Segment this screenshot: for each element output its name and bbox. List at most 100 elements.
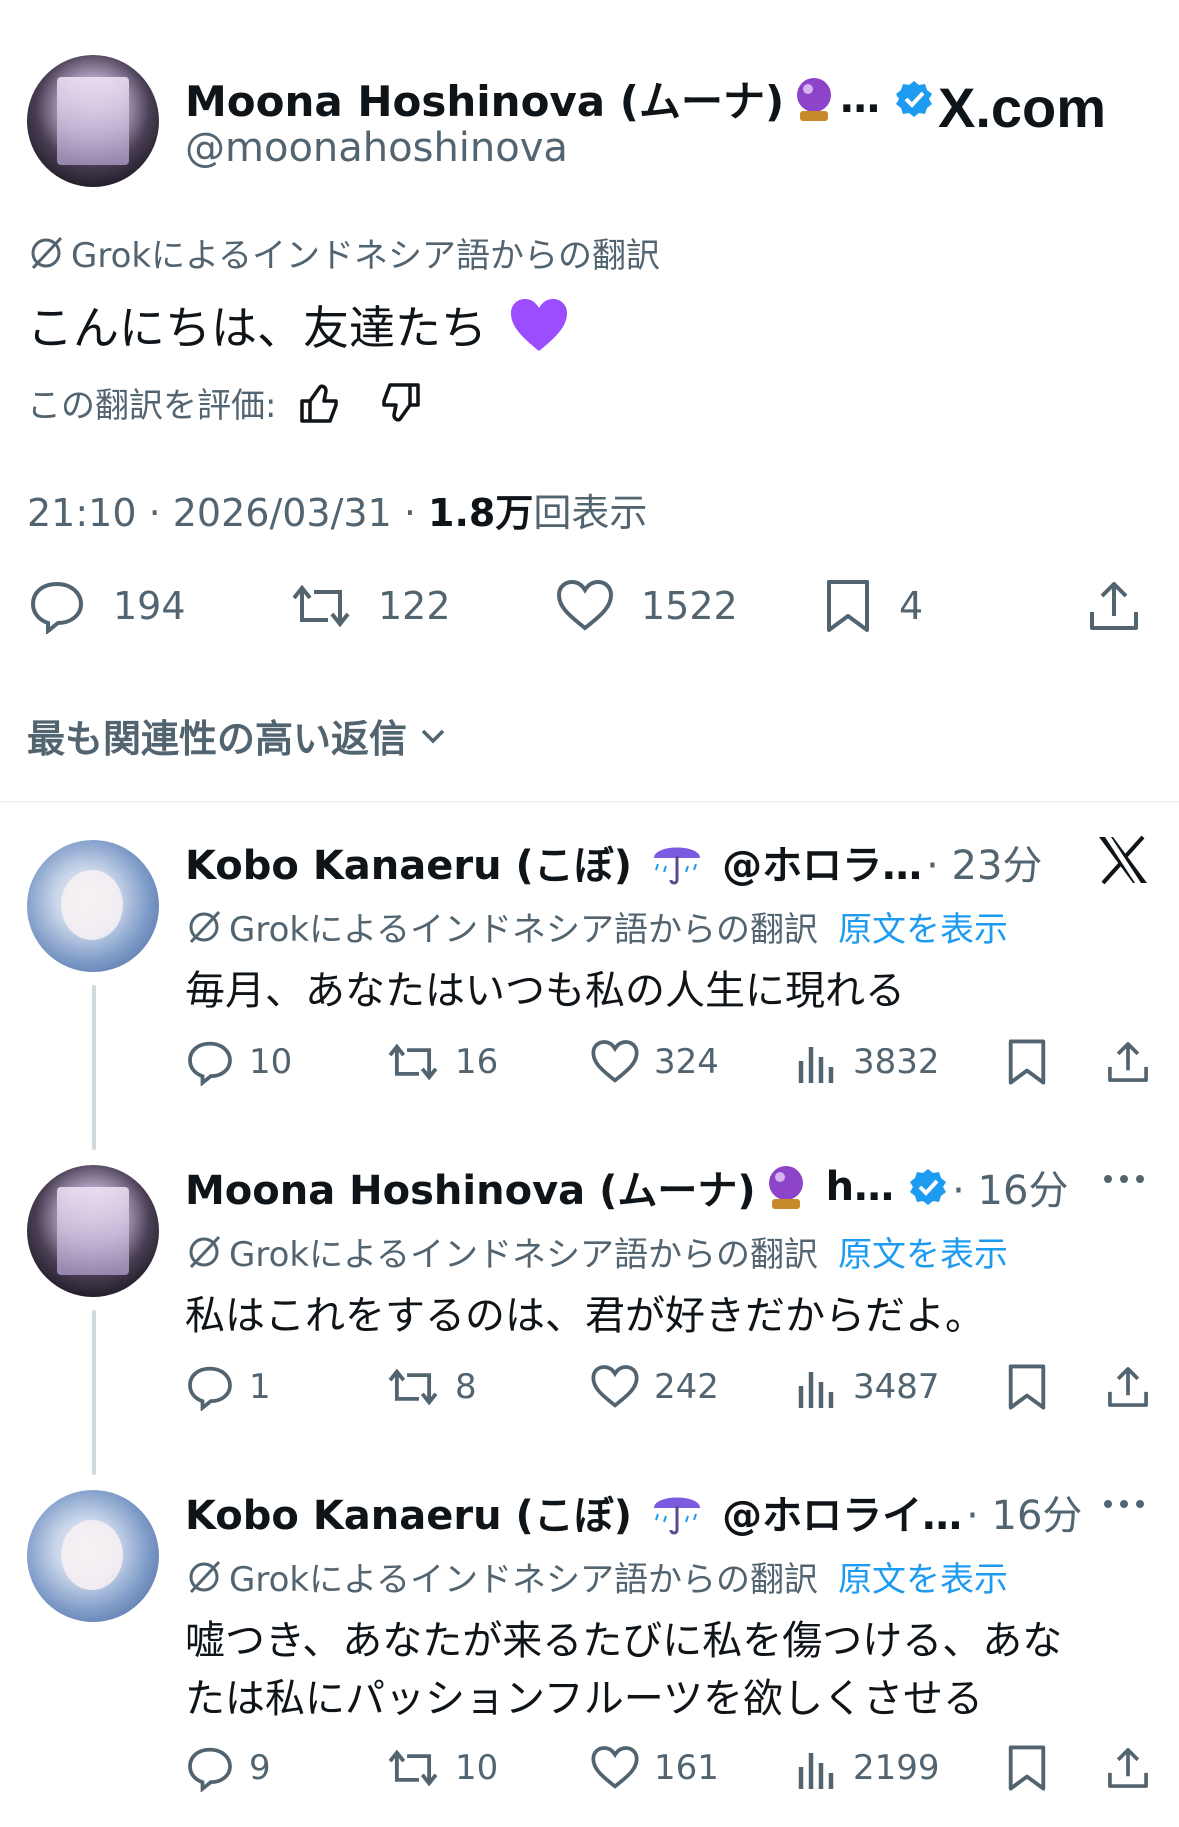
umbrella-icon: [650, 836, 704, 888]
reply-reply-count: 9: [249, 1748, 271, 1788]
reply-avatar[interactable]: [27, 840, 159, 972]
reply-author-name[interactable]: Kobo Kanaeru (こぼ): [185, 1483, 632, 1541]
reply-header: Kobo Kanaeru (こぼ) @ホロラ… · 23分: [185, 833, 1042, 891]
repost-count: 122: [378, 584, 451, 628]
reply-header: Moona Hoshinova (ムーナ) h… · 16分: [185, 1158, 1068, 1216]
reply-author-name[interactable]: Moona Hoshinova (ムーナ): [185, 1158, 756, 1216]
more-options-icon[interactable]: [1102, 1172, 1146, 1186]
show-original-link[interactable]: 原文を表示: [838, 1227, 1008, 1276]
reply-handle[interactable]: @ホロラ…: [722, 833, 922, 891]
reply-translation-row: Grokによるインドネシア語からの翻訳 原文を表示: [185, 1227, 1008, 1276]
crystal-ball-icon: [764, 1163, 808, 1211]
brand-label: X.com: [938, 76, 1107, 139]
reply-repost-action[interactable]: 16: [385, 1038, 590, 1086]
reply-avatar[interactable]: [27, 1490, 159, 1622]
reply-time[interactable]: · 23分: [926, 833, 1042, 891]
reply-reply-action[interactable]: 1: [185, 1363, 385, 1411]
reply-share-icon[interactable]: [1105, 1038, 1151, 1086]
author-name[interactable]: Moona Hoshinova (ムーナ): [185, 68, 784, 129]
reply-repost-action[interactable]: 8: [385, 1363, 590, 1411]
reply-bookmark-icon[interactable]: [1005, 1363, 1105, 1411]
verified-badge-icon: [908, 1167, 948, 1207]
share-icon[interactable]: [1086, 578, 1142, 634]
repost-icon: [388, 1749, 438, 1787]
reply-repost-count: 8: [455, 1367, 477, 1407]
more-options-icon[interactable]: [1102, 1497, 1146, 1511]
reply-views-action[interactable]: 3832: [795, 1039, 1005, 1085]
reply-views-action[interactable]: 3487: [795, 1364, 1005, 1410]
views-label: 回表示: [533, 491, 648, 535]
thread-line: [92, 1310, 96, 1475]
grok-icon: [185, 1233, 223, 1271]
divider: [0, 801, 1179, 803]
thumbs-up-icon[interactable]: [298, 381, 342, 425]
like-action[interactable]: 1522: [555, 578, 738, 634]
reply-repost-count: 16: [455, 1042, 499, 1082]
translation-note-row: Grokによるインドネシア語からの翻訳: [27, 228, 660, 277]
reply-header: Kobo Kanaeru (こぼ) @ホロライ… · 16分: [185, 1483, 1082, 1541]
x-logo-icon: [1097, 835, 1149, 885]
reply-actions: 10 16 324 3832: [185, 1038, 1155, 1086]
bookmark-count: 4: [899, 584, 924, 628]
reply-repost-action[interactable]: 10: [385, 1744, 590, 1792]
reply-actions: 9 10 161 2199: [185, 1744, 1155, 1792]
heart-icon: [591, 1040, 639, 1083]
rate-label: この翻訳を評価:: [27, 386, 277, 426]
grok-icon: [185, 908, 223, 946]
reply-like-count: 324: [654, 1042, 719, 1082]
reply-time[interactable]: · 16分: [966, 1483, 1082, 1541]
thumbs-down-icon[interactable]: [378, 381, 422, 425]
bookmark-action[interactable]: 4: [823, 578, 923, 634]
reply-views-action[interactable]: 2199: [795, 1745, 1005, 1791]
verified-badge-icon: [894, 79, 934, 119]
reply-text-line2: たは私にパッションフルーツを欲しくさせる: [185, 1676, 983, 1722]
reply-count: 194: [113, 584, 186, 628]
show-original-link[interactable]: 原文を表示: [838, 1552, 1008, 1601]
purple-heart-icon: [509, 297, 569, 353]
author-handle[interactable]: @moonahoshinova: [185, 125, 568, 171]
post-time[interactable]: 21:10 · 2026/03/31 ·: [27, 491, 428, 535]
reply-icon: [188, 1041, 232, 1086]
show-original-link[interactable]: 原文を表示: [838, 902, 1008, 951]
grok-icon: [185, 1558, 223, 1596]
reply-translation-row: Grokによるインドネシア語からの翻訳 原文を表示: [185, 902, 1008, 951]
views-count: 1.8万: [428, 491, 534, 535]
post-meta: 21:10 · 2026/03/31 · 1.8万回表示: [27, 482, 647, 537]
reply-bookmark-icon[interactable]: [1005, 1038, 1105, 1086]
reply-like-action[interactable]: 161: [590, 1744, 795, 1792]
reply-handle[interactable]: h…: [826, 1164, 894, 1210]
reply-views-count: 2199: [853, 1748, 940, 1788]
reply-like-action[interactable]: 242: [590, 1363, 795, 1411]
reply-translation-note: Grokによるインドネシア語からの翻訳: [229, 1235, 819, 1275]
reply-like-count: 161: [654, 1748, 719, 1788]
analytics-icon: [798, 1753, 834, 1789]
repost-icon: [388, 1043, 438, 1081]
reply-reply-action[interactable]: 9: [185, 1744, 385, 1792]
reply-sort-dropdown[interactable]: 最も関連性の高い返信: [27, 708, 449, 763]
reply-bookmark-icon[interactable]: [1005, 1744, 1105, 1792]
reply-avatar[interactable]: [27, 1165, 159, 1297]
chevron-down-icon: [417, 720, 449, 752]
repost-icon: [288, 578, 354, 634]
reply-author-name[interactable]: Kobo Kanaeru (こぼ): [185, 833, 632, 891]
reply-action[interactable]: 194: [27, 578, 186, 634]
reply-reply-count: 10: [249, 1042, 293, 1082]
reply-share-icon[interactable]: [1105, 1363, 1151, 1411]
umbrella-icon: [650, 1486, 704, 1538]
translation-note: Grokによるインドネシア語からの翻訳: [71, 236, 661, 276]
reply-handle[interactable]: @ホロライ…: [722, 1483, 962, 1541]
heart-icon: [555, 578, 615, 634]
repost-action[interactable]: 122: [288, 578, 451, 634]
reply-time[interactable]: · 16分: [952, 1158, 1068, 1216]
like-count: 1522: [641, 584, 738, 628]
reply-like-action[interactable]: 324: [590, 1038, 795, 1086]
reply-actions: 1 8 242 3487: [185, 1363, 1155, 1411]
reply-reply-action[interactable]: 10: [185, 1038, 385, 1086]
author-name-row[interactable]: Moona Hoshinova (ムーナ) …: [185, 68, 934, 129]
reply-views-count: 3487: [853, 1367, 940, 1407]
bookmark-icon: [823, 578, 873, 634]
name-ellipsis: …: [840, 75, 881, 122]
author-avatar[interactable]: [27, 55, 159, 187]
reply-icon: [188, 1366, 232, 1411]
reply-share-icon[interactable]: [1105, 1744, 1151, 1792]
